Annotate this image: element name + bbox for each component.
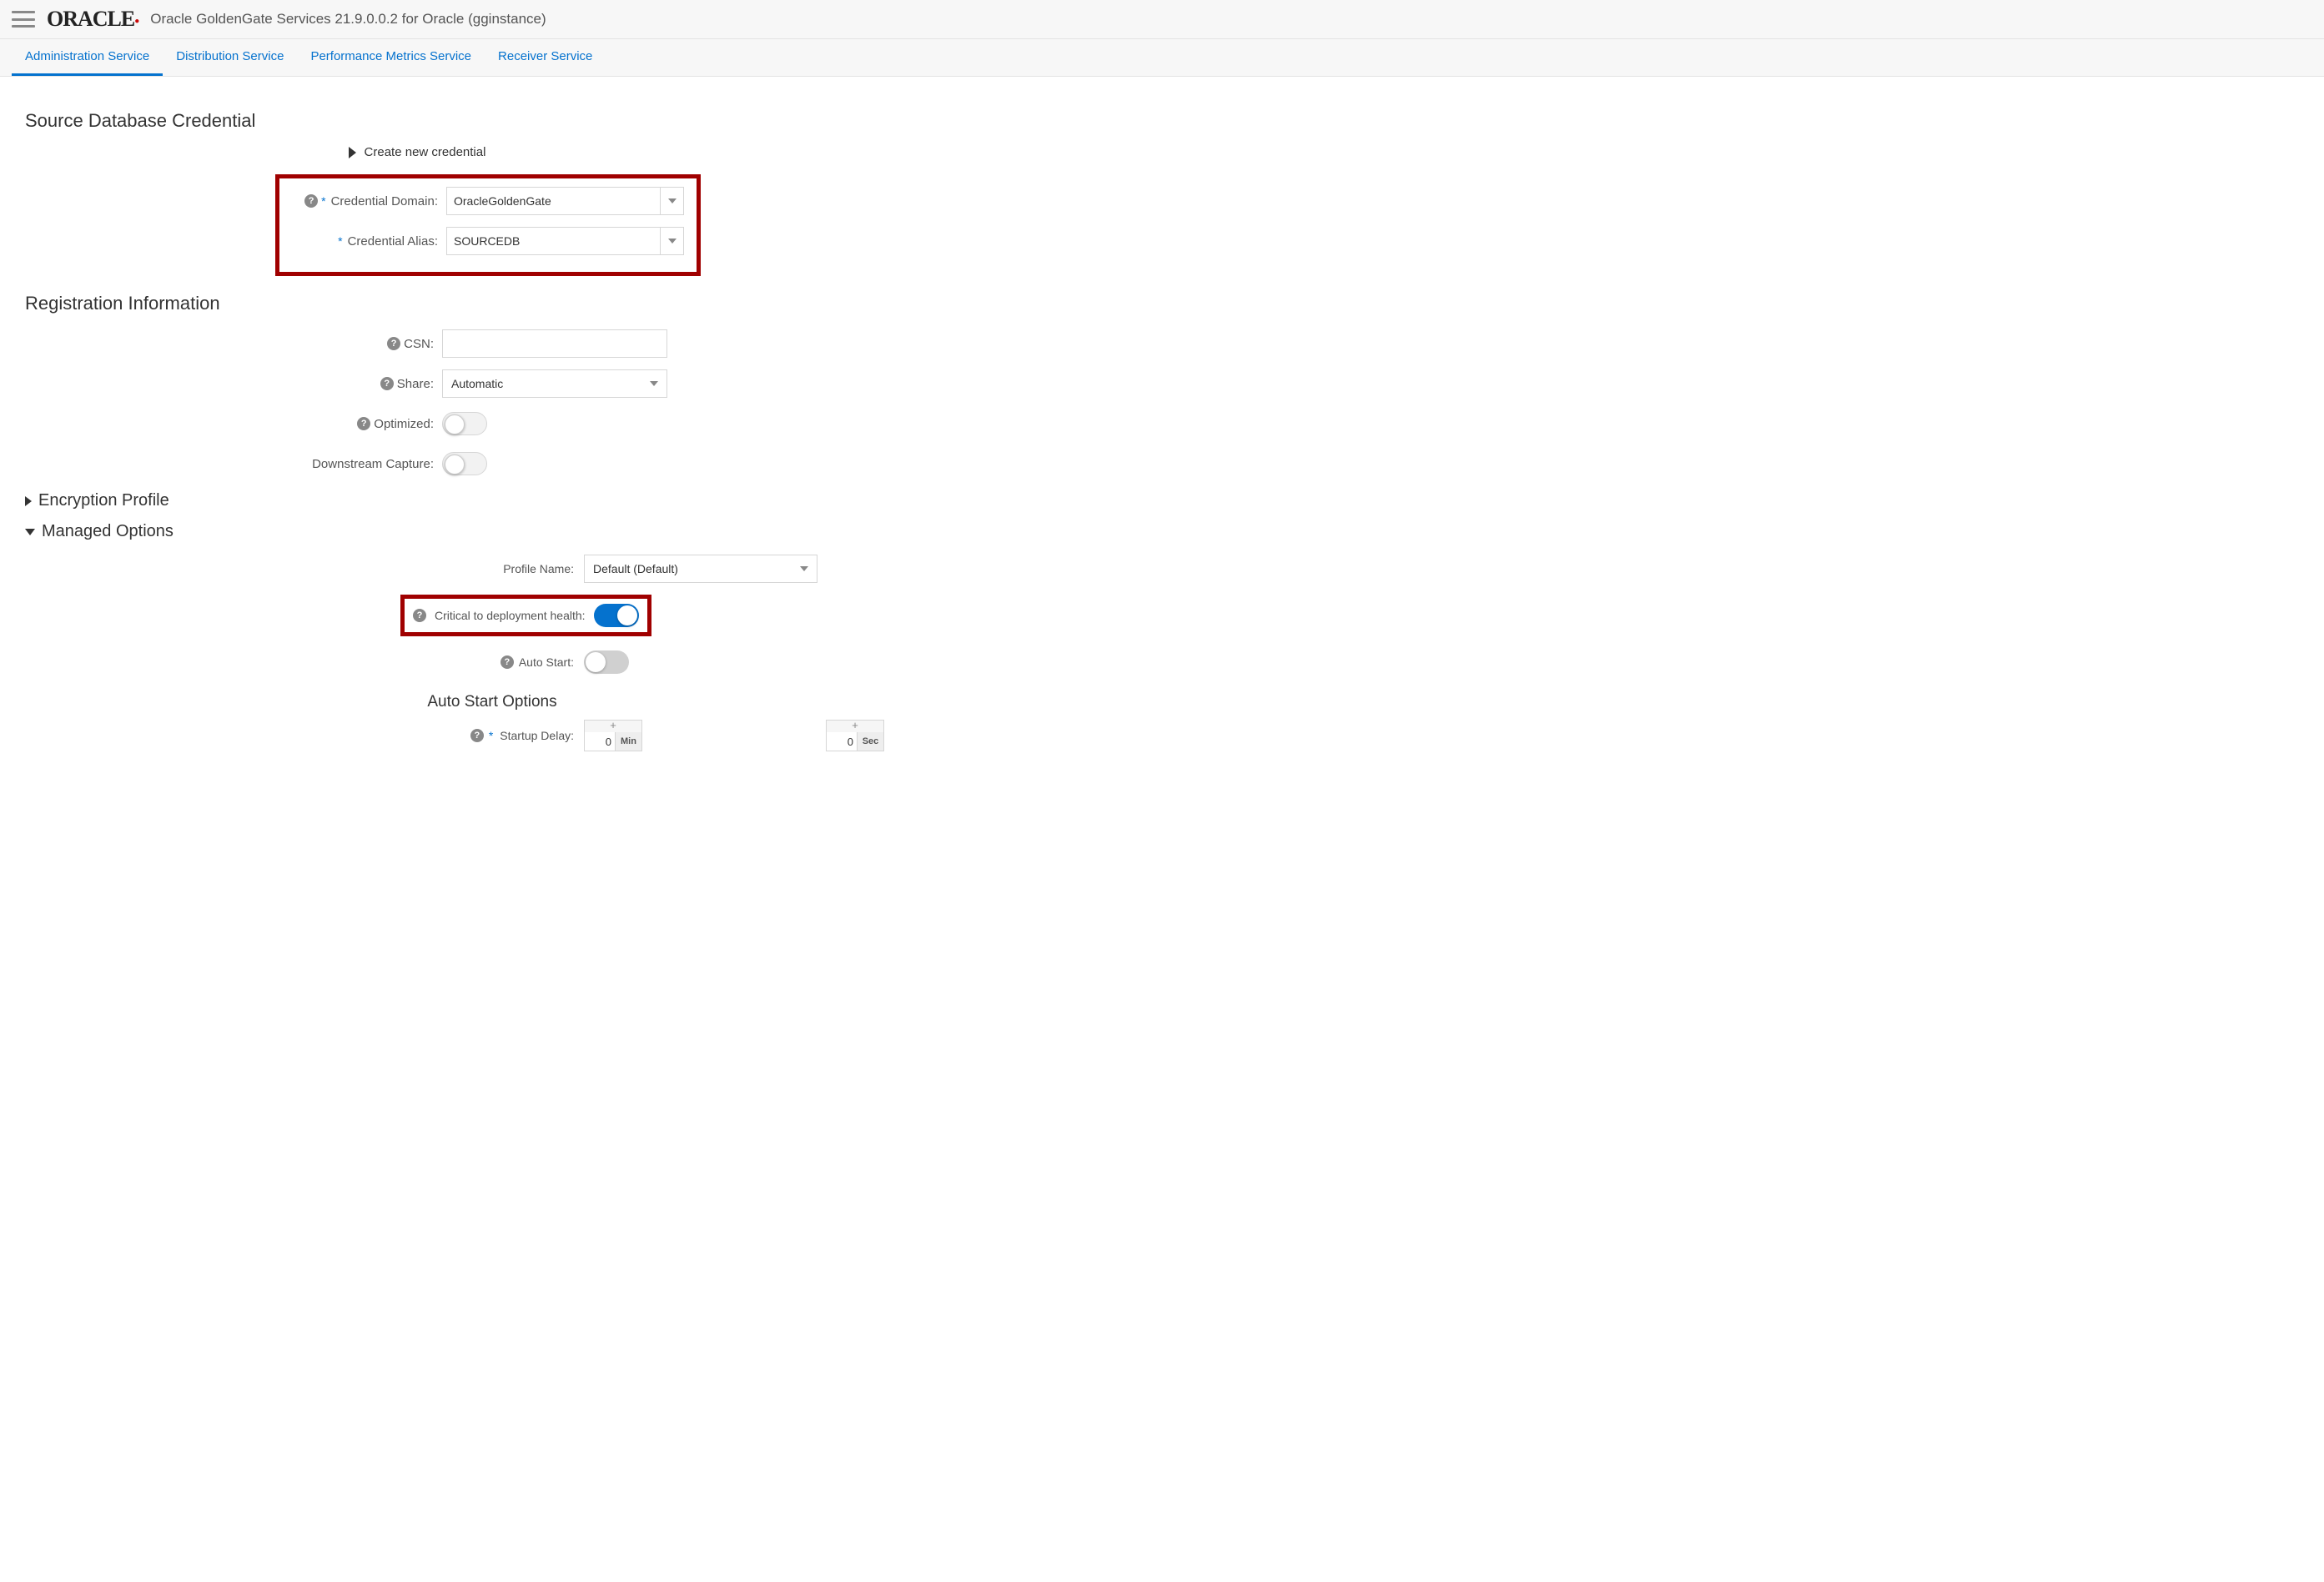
startup-delay-sec-stepper[interactable]: + 0 Sec [826, 720, 884, 751]
app-header: ORACLE ● Oracle GoldenGate Services 21.9… [0, 0, 2324, 39]
startup-delay-min-unit: Min [615, 732, 641, 751]
auto-start-toggle[interactable] [584, 650, 629, 674]
auto-start-label: Auto Start: [519, 655, 574, 669]
collapsed-triangle-icon [25, 496, 32, 506]
row-credential-alias: * Credential Alias: SOURCEDB [288, 225, 688, 257]
help-icon[interactable]: ? [387, 337, 400, 350]
create-new-credential-label: Create new credential [365, 145, 486, 159]
credential-domain-combobox[interactable]: OracleGoldenGate [446, 187, 684, 215]
credential-domain-value: OracleGoldenGate [447, 188, 660, 214]
help-icon[interactable]: ? [380, 377, 394, 390]
downstream-capture-toggle[interactable] [442, 452, 487, 475]
optimized-label: Optimized: [374, 417, 434, 431]
stepper-plus-icon[interactable]: + [585, 721, 641, 732]
stepper-plus-icon[interactable]: + [827, 721, 883, 732]
startup-delay-min-stepper[interactable]: + 0 Min [584, 720, 642, 751]
startup-delay-sec-value: 0 [827, 732, 857, 751]
main-content: Source Database Credential Create new cr… [0, 77, 834, 778]
chevron-down-icon[interactable] [660, 228, 683, 254]
help-icon[interactable]: ? [501, 655, 514, 669]
critical-health-highlight-box: ? Critical to deployment health: [400, 595, 651, 636]
row-startup-delay: ? * Startup Delay: + 0 Min + 0 Sec [25, 720, 809, 751]
required-star-icon: * [489, 729, 493, 742]
section-registration-information: Registration Information [25, 293, 809, 314]
critical-health-toggle[interactable] [594, 604, 639, 627]
section-source-database-credential: Source Database Credential [25, 110, 809, 132]
row-csn: ? CSN: [25, 328, 809, 359]
oracle-logo: ORACLE ● [47, 7, 138, 32]
row-downstream-capture: Downstream Capture: [25, 448, 809, 480]
tab-performance-metrics-service[interactable]: Performance Metrics Service [297, 39, 485, 76]
csn-input[interactable] [442, 329, 667, 358]
credential-alias-value: SOURCEDB [447, 228, 660, 254]
row-profile-name: Profile Name: Default (Default) [25, 553, 809, 585]
profile-name-label: Profile Name: [503, 562, 574, 575]
profile-name-select[interactable]: Default (Default) [584, 555, 817, 583]
service-tabs: Administration Service Distribution Serv… [0, 39, 2324, 77]
auto-start-options-heading: Auto Start Options [175, 693, 809, 711]
row-auto-start: ? Auto Start: [25, 646, 809, 678]
row-share: ? Share: Automatic [25, 368, 809, 399]
csn-label: CSN: [404, 337, 434, 351]
encryption-profile-title: Encryption Profile [38, 491, 169, 510]
required-star-icon: * [321, 194, 325, 208]
share-value: Automatic [451, 377, 503, 390]
startup-delay-sec-unit: Sec [857, 732, 883, 751]
critical-health-label: Critical to deployment health: [435, 609, 586, 622]
chevron-down-icon [650, 381, 658, 386]
play-icon [349, 147, 356, 158]
profile-name-value: Default (Default) [593, 562, 678, 575]
share-select[interactable]: Automatic [442, 369, 667, 398]
tab-administration-service[interactable]: Administration Service [12, 39, 163, 76]
help-icon[interactable]: ? [357, 417, 370, 430]
downstream-capture-label: Downstream Capture: [312, 457, 434, 471]
share-label: Share: [397, 377, 434, 391]
section-encryption-profile-toggle[interactable]: Encryption Profile [25, 491, 809, 510]
create-new-credential-link[interactable]: Create new credential [25, 145, 809, 159]
row-optimized: ? Optimized: [25, 408, 809, 439]
help-icon[interactable]: ? [304, 194, 318, 208]
help-icon[interactable]: ? [413, 609, 426, 622]
startup-delay-min-value: 0 [585, 732, 615, 751]
startup-delay-label: Startup Delay: [500, 729, 574, 742]
help-icon[interactable]: ? [470, 729, 484, 742]
credential-domain-label: Credential Domain: [331, 194, 438, 208]
tab-receiver-service[interactable]: Receiver Service [485, 39, 606, 76]
credential-alias-combobox[interactable]: SOURCEDB [446, 227, 684, 255]
tab-distribution-service[interactable]: Distribution Service [163, 39, 297, 76]
page-title: Oracle GoldenGate Services 21.9.0.0.2 fo… [150, 11, 546, 28]
optimized-toggle[interactable] [442, 412, 487, 435]
credential-highlight-box: ? * Credential Domain: OracleGoldenGate … [275, 174, 701, 276]
hamburger-menu-icon[interactable] [12, 11, 35, 28]
credential-alias-label: Credential Alias: [348, 234, 438, 249]
managed-options-title: Managed Options [42, 522, 174, 541]
chevron-down-icon [800, 566, 808, 571]
chevron-down-icon[interactable] [660, 188, 683, 214]
expanded-triangle-icon [25, 529, 35, 535]
section-managed-options-toggle[interactable]: Managed Options [25, 522, 809, 541]
required-star-icon: * [338, 234, 342, 248]
row-credential-domain: ? * Credential Domain: OracleGoldenGate [288, 185, 688, 217]
row-critical-health: ? Critical to deployment health: [25, 595, 809, 636]
